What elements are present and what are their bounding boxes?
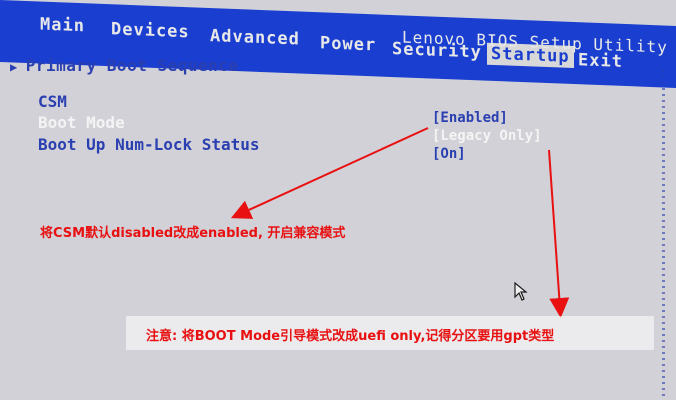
annotation-note2: 注意: 将BOOT Mode引导模式改成uefi only,记得分区要用gpt类… [146, 329, 555, 344]
bios-screen: Main Devices Advanced Power Security Sta… [0, 0, 676, 400]
annotation-note1: 将CSM默认disabled改成enabled, 开启兼容模式 [40, 226, 346, 241]
arrow-to-note2 [548, 149, 570, 318]
arrow-to-note1 [230, 127, 429, 219]
mouse-cursor-icon [514, 282, 528, 301]
